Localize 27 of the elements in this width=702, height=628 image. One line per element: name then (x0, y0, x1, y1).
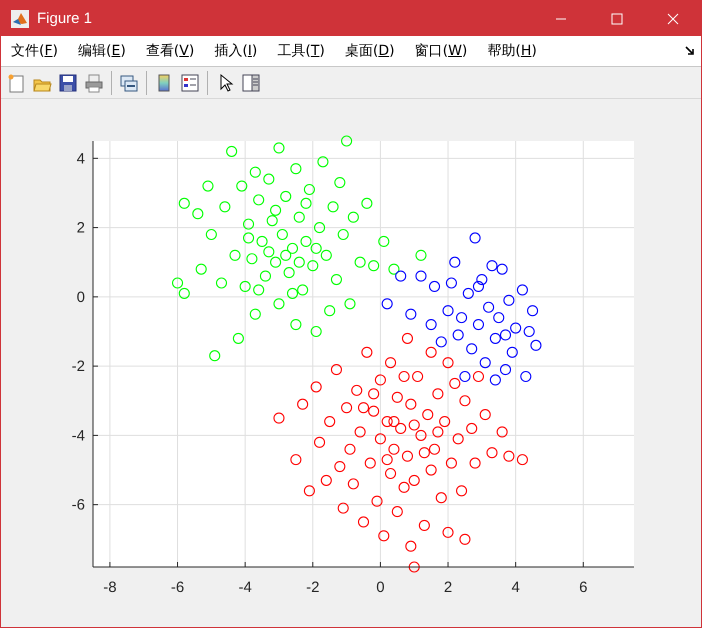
tick-label: -4 (238, 579, 252, 596)
menu-item[interactable]: 帮助(H) (481, 40, 543, 62)
tick-label: 0 (76, 288, 85, 306)
tick-label: -6 (170, 579, 184, 596)
tick-label: 4 (76, 150, 85, 168)
menu-item[interactable]: 文件(F) (5, 40, 64, 62)
menu-item[interactable]: 窗口(W) (408, 40, 474, 62)
menu-item[interactable]: 桌面(D) (338, 40, 401, 62)
tick-label: 6 (579, 579, 588, 596)
tick-label: -6 (72, 496, 85, 514)
menu-item[interactable]: 插入(I) (208, 40, 264, 62)
window-title: Figure 1 (37, 10, 92, 27)
menu-item[interactable]: 工具(T) (271, 40, 331, 62)
close-icon (667, 12, 679, 24)
tick-label: 0 (376, 579, 385, 596)
menu-item[interactable]: 查看(V) (140, 40, 200, 62)
tick-label: -2 (72, 358, 85, 376)
menu-item[interactable]: 编辑(E) (72, 40, 132, 62)
logo-icon (11, 10, 29, 28)
tick-label: -4 (72, 427, 85, 444)
tick-label: -8 (103, 579, 117, 596)
tick-label: -2 (306, 579, 320, 596)
maximize-icon (611, 12, 623, 24)
tick-label: 2 (444, 579, 452, 596)
tick-label: 4 (511, 579, 520, 596)
arrow-icon[interactable] (685, 46, 695, 56)
tick-label: 2 (76, 220, 85, 237)
